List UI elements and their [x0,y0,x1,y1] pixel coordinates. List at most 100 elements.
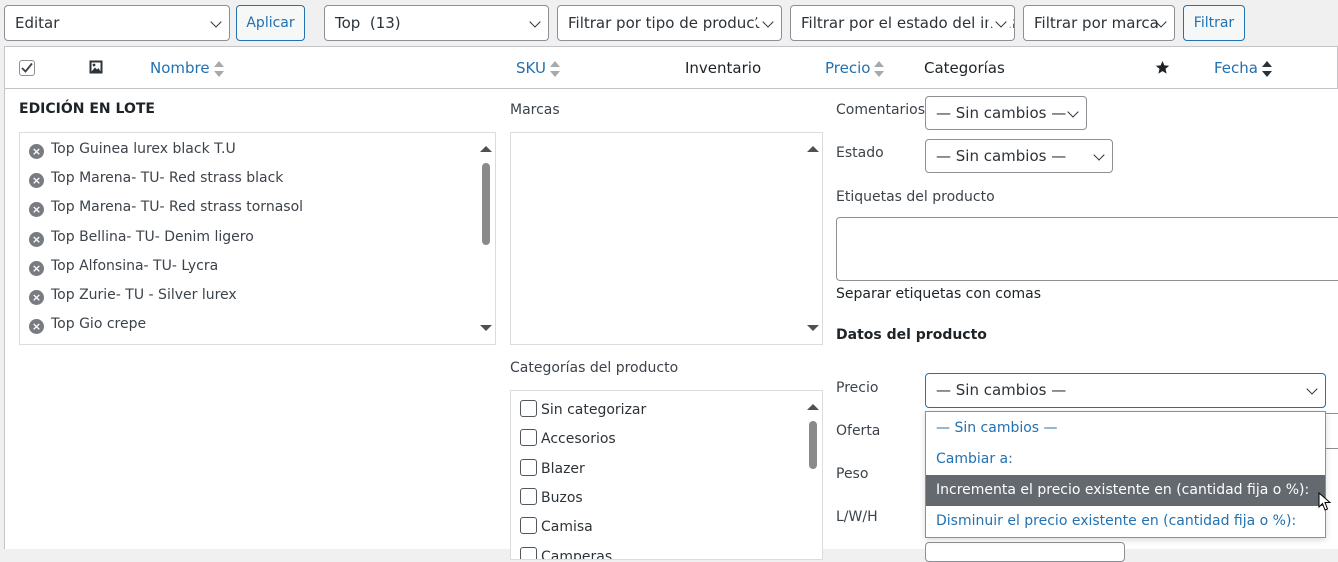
brands-list[interactable] [510,132,823,345]
category-checkbox[interactable] [520,517,537,535]
bulk-edit-title: EDICIÓN EN LOTE [19,101,155,117]
bulk-product-item: × Top Marena- TU- Red strass tornasol [29,199,303,218]
column-name[interactable]: Nombre [150,59,224,77]
filter-button[interactable]: Filtrar [1183,5,1245,41]
status-label: Estado [836,145,884,161]
bulk-product-item: × Top Guinea lurex black T.U [29,141,236,159]
price-change-select[interactable]: — Sin cambios — [925,373,1326,408]
bulk-product-item: × Top Alfonsina- TU- Lycra [29,258,218,276]
bulk-product-item: × Top Zurie- TU - Silver lurex [29,287,237,305]
category-item[interactable]: Camisa [520,517,593,535]
image-icon [89,60,103,74]
scroll-thumb[interactable] [482,163,490,245]
bulk-action-value: Editar [15,14,60,32]
price-options-dropdown[interactable]: — Sin cambios — Cambiar a: Incrementa el p… [925,411,1326,538]
product-data-title: Datos del producto [836,327,987,343]
column-stock: Inventario [685,59,762,77]
bulk-product-item: × Top Gio crepe [29,316,147,335]
scroll-up-icon[interactable] [807,404,819,410]
status-value: — Sin cambios — [936,147,1067,165]
scrollbar[interactable] [806,391,820,559]
chevron-down-icon [1093,149,1105,161]
price-option[interactable]: — Sin cambios — [926,413,1325,444]
bulk-action-select[interactable]: Editar [4,5,230,41]
remove-icon[interactable]: × [29,202,44,218]
sort-icon [874,60,885,77]
category-label: Buzos [541,489,583,506]
bulk-product-item: × Top Marena- TU- Red strass black [29,170,283,189]
bulk-product-name: Top Alfonsina- TU- Lycra [51,257,219,274]
category-label: Camperas [541,548,613,560]
brand-filter-select[interactable]: Filtrar por marca [1023,5,1175,41]
category-checkbox[interactable] [520,458,537,476]
scroll-down-icon[interactable] [480,325,492,331]
price-change-value: — Sin cambios — [936,381,1067,399]
sort-desc-icon [1261,60,1272,77]
bulk-product-name: Top Guinea lurex black T.U [51,141,236,157]
category-label: Accesorios [541,431,616,448]
category-item[interactable]: Buzos [520,487,583,506]
comments-label: Comentarios [836,102,926,118]
category-item[interactable]: Sin categorizar [520,400,646,418]
category-checkbox[interactable] [520,487,537,505]
column-sku[interactable]: SKU [516,59,560,77]
tags-hint: Separar etiquetas con comas [836,286,1042,302]
price-option[interactable]: Cambiar a: [926,444,1325,475]
tags-textarea[interactable] [836,217,1338,281]
stock-status-filter-value: Filtrar por el estado del inventario [801,14,1014,32]
table-header: Nombre SKU Inventario Precio Categorías … [4,46,1338,89]
scroll-up-icon[interactable] [807,146,819,152]
tags-label: Etiquetas del producto [836,189,995,205]
comments-value: — Sin cambios — [936,104,1067,122]
star-icon[interactable] [1155,60,1170,75]
column-categories: Categorías [924,59,1005,77]
scroll-thumb[interactable] [809,421,817,469]
category-checkbox[interactable] [520,400,537,417]
category-filter-select[interactable]: Top (13) [324,5,549,41]
remove-icon[interactable]: × [29,290,44,305]
remove-icon[interactable]: × [29,319,44,335]
weight-label: Peso [836,466,869,482]
scroll-down-icon[interactable] [807,325,819,331]
product-categories-label: Categorías del producto [510,360,679,376]
column-price[interactable]: Precio [825,59,885,77]
category-item[interactable]: Accesorios [520,429,616,447]
column-name-label: Nombre [150,59,210,77]
dimensions-label: L/W/H [836,509,878,525]
comments-select[interactable]: — Sin cambios — [925,96,1087,130]
remove-icon[interactable]: × [29,144,44,159]
chevron-down-icon [1306,383,1318,395]
dimensions-select[interactable] [925,542,1125,562]
category-item[interactable]: Blazer [520,458,585,477]
stock-status-filter-select[interactable]: Filtrar por el estado del inventario [790,5,1015,41]
remove-icon[interactable]: × [29,260,44,276]
column-date[interactable]: Fecha [1214,59,1272,77]
scrollbar[interactable] [806,133,820,344]
product-type-filter-select[interactable]: Filtrar por tipo de producto [557,5,782,41]
scrollbar[interactable] [479,133,493,344]
column-date-label: Fecha [1214,59,1258,77]
column-sku-label: SKU [516,59,546,77]
scroll-up-icon[interactable] [480,146,492,152]
bulk-product-item: × Top Bellina- TU- Denim ligero [29,229,254,247]
category-checkbox[interactable] [520,429,537,447]
apply-button[interactable]: Aplicar [236,5,305,41]
mouse-cursor-icon [1318,492,1332,511]
bulk-products-list[interactable]: × Top Guinea lurex black T.U × Top Marena- … [19,132,496,345]
bulk-product-name: Top Gio crepe [51,316,147,333]
remove-icon[interactable]: × [29,231,44,247]
status-select[interactable]: — Sin cambios — [925,139,1113,173]
sort-icon [213,60,224,77]
bulk-product-name: Top Bellina- TU- Denim ligero [51,228,254,245]
chevron-down-icon [529,16,541,28]
price-option[interactable]: Disminuir el precio existente en (cantid… [926,506,1325,537]
category-label: Blazer [541,460,585,477]
chevron-down-icon [1067,106,1079,118]
remove-icon[interactable]: × [29,173,44,189]
bulk-product-name: Top Zurie- TU - Silver lurex [51,287,237,303]
product-categories-list[interactable]: Sin categorizar Accesorios Blazer Buzos Cami… [510,390,823,560]
category-label: Camisa [541,519,593,536]
select-all-checkbox[interactable] [19,60,35,76]
price-option[interactable]: Incrementa el precio existente en (canti… [926,475,1325,506]
product-type-filter-value: Filtrar por tipo de producto [568,14,770,32]
